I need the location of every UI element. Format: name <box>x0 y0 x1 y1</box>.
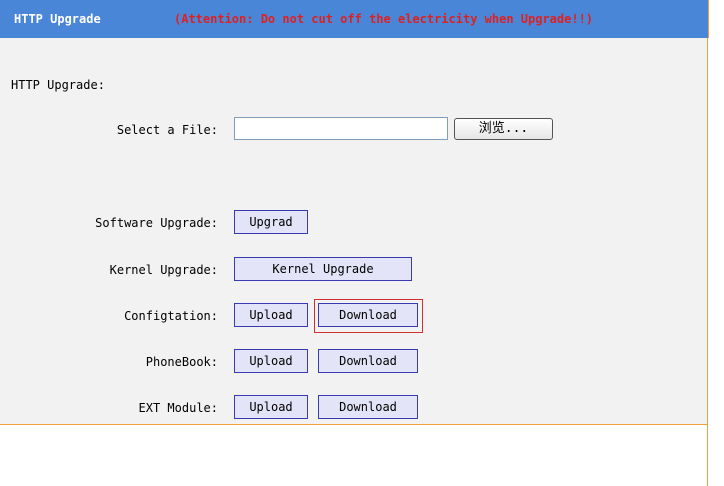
config-download-button[interactable]: Download <box>318 303 418 327</box>
panel-title: HTTP Upgrade <box>14 12 101 26</box>
phonebook-upload-button[interactable]: Upload <box>234 349 308 373</box>
ext-module-download-button[interactable]: Download <box>318 395 418 419</box>
ext-module-upload-button[interactable]: Upload <box>234 395 308 419</box>
panel-footer <box>0 425 708 486</box>
select-file-label: Select a File: <box>116 123 218 137</box>
panel-content: HTTP Upgrade: Select a File: 浏览... Softw… <box>0 38 708 425</box>
ext-module-label: EXT Module: <box>138 401 218 415</box>
electricity-warning: (Attention: Do not cut off the electrici… <box>174 12 594 26</box>
phonebook-label: PhoneBook: <box>145 355 218 369</box>
kernel-upgrade-button[interactable]: Kernel Upgrade <box>234 257 412 281</box>
section-label: HTTP Upgrade: <box>11 78 105 92</box>
software-upgrade-label: Software Upgrade: <box>95 216 218 230</box>
http-upgrade-panel: HTTP Upgrade (Attention: Do not cut off … <box>0 0 709 486</box>
software-upgrade-button[interactable]: Upgrad <box>234 210 308 234</box>
panel-header: HTTP Upgrade (Attention: Do not cut off … <box>0 0 709 38</box>
phonebook-download-button[interactable]: Download <box>318 349 418 373</box>
config-upload-button[interactable]: Upload <box>234 303 308 327</box>
file-path-input[interactable] <box>234 117 448 140</box>
kernel-upgrade-label: Kernel Upgrade: <box>109 263 218 277</box>
browse-button[interactable]: 浏览... <box>454 118 553 140</box>
configuration-label: Configtation: <box>124 309 218 323</box>
